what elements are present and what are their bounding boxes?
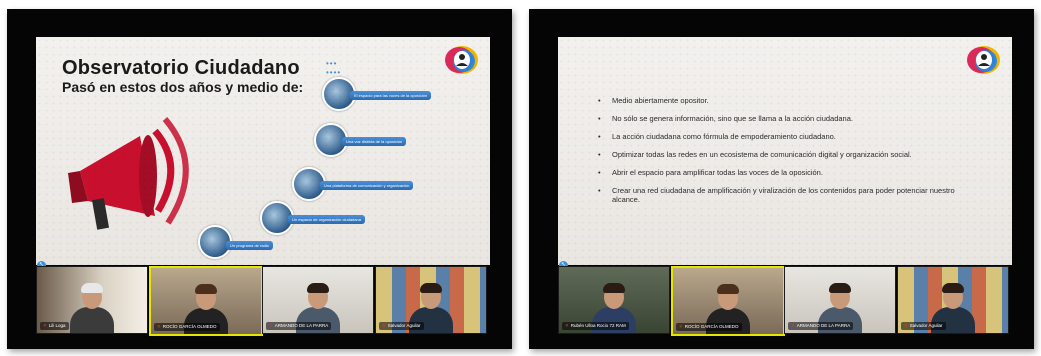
participant-name-tag: ✕ ROCÍO GARCÍA OLMEDO: [154, 323, 220, 331]
participant-name: ROCÍO GARCÍA OLMEDO: [684, 324, 739, 329]
step-label: Una voz distinta de la oposición: [342, 137, 407, 146]
mic-muted-icon: ✕: [157, 324, 161, 329]
step-label: El espacio para las voces de la oposició…: [350, 91, 432, 100]
participant-tile[interactable]: ✕ Salvador Aguilar: [375, 266, 487, 334]
participant-name: ROCÍO GARCÍA OLMEDO: [162, 324, 217, 329]
step-label: Un programa de radio: [226, 241, 273, 250]
participant-name: Rubén Ulloa Rocio 72 RAM: [570, 323, 626, 328]
participant-tile-active[interactable]: ✕ ROCÍO GARCÍA OLMEDO: [149, 266, 263, 336]
mic-muted-icon: ✕: [904, 323, 908, 328]
step-label: Una plataforma de comunicación y organiz…: [320, 181, 414, 190]
participant-name: Salvador Aguilar: [387, 323, 421, 328]
participant-name: ARMANDO DE LA PARRA: [796, 323, 851, 328]
bullet-item: Crear una red ciudadana de amplificación…: [598, 186, 968, 204]
participant-name-tag: ✕ ROCÍO GARCÍA OLMEDO: [676, 323, 742, 331]
slide-right: Medio abiertamente opositor. No sólo se …: [558, 37, 1012, 265]
bullet-item: No sólo se genera información, sino que …: [598, 114, 968, 124]
participant-name-tag: ✕ Salvador Aguilar: [379, 322, 424, 330]
participant-name-tag: ✕ Lili Loga: [40, 322, 69, 330]
mic-muted-icon: ✕: [565, 323, 569, 328]
participant-name-tag: ✕ Salvador Aguilar: [901, 322, 946, 330]
participant-name-tag: ✕ ARMANDO DE LA PARRA: [266, 322, 332, 330]
bullet-item: La acción ciudadana como fórmula de empo…: [598, 132, 968, 142]
participant-name: Lili Loga: [48, 323, 66, 328]
mic-muted-icon: ✕: [791, 323, 795, 328]
participant-tile[interactable]: ✕ ARMANDO DE LA PARRA: [262, 266, 374, 334]
participant-name-tag: ✕ ARMANDO DE LA PARRA: [788, 322, 854, 330]
mic-muted-icon: ✕: [269, 323, 273, 328]
participant-tile-active[interactable]: ✕ ROCÍO GARCÍA OLMEDO: [671, 266, 785, 336]
bullet-item: Abrir el espacio para amplificar todas l…: [598, 168, 968, 178]
megaphone-icon: [68, 117, 189, 230]
participant-video: [68, 283, 116, 333]
slide-subtitle: Pasó en estos dos años y medio de:: [62, 79, 304, 95]
participant-name: ARMANDO DE LA PARRA: [274, 323, 329, 328]
participants-strip-right: ✕ Rubén Ulloa Rocio 72 RAM ✕ ROCÍO GARCÍA …: [558, 266, 1009, 336]
mic-muted-icon: ✕: [679, 324, 683, 329]
slide-left: Observatorio Ciudadano Pasó en estos dos…: [36, 37, 490, 265]
slide-title: Observatorio Ciudadano: [62, 57, 300, 79]
participant-tile[interactable]: ✕ Salvador Aguilar: [897, 266, 1009, 334]
bullet-item: Optimizar todas las redes en un ecosiste…: [598, 150, 968, 160]
bullet-list: Medio abiertamente opositor. No sólo se …: [598, 96, 968, 214]
participants-strip-left: ✕ Lili Loga ✕ ROCÍO GARCÍA OLMEDO ✕ ARMANDO…: [36, 266, 487, 336]
step-label: Un espacio de organización ciudadana: [288, 215, 365, 224]
screen-left: Observatorio Ciudadano Pasó en estos dos…: [7, 9, 512, 349]
participant-tile[interactable]: ✕ Lili Loga: [36, 266, 148, 334]
logo-icon: [445, 46, 478, 74]
bullet-item: Medio abiertamente opositor.: [598, 96, 968, 106]
mic-muted-icon: ✕: [382, 323, 386, 328]
participant-name: Salvador Aguilar: [909, 323, 943, 328]
screen-right: Medio abiertamente opositor. No sólo se …: [529, 9, 1034, 349]
decor-dots: ••• ••••: [326, 59, 342, 77]
participant-tile[interactable]: ✕ ARMANDO DE LA PARRA: [784, 266, 896, 334]
mic-muted-icon: ✕: [43, 323, 47, 328]
logo-icon: [967, 46, 1000, 74]
participant-name-tag: ✕ Rubén Ulloa Rocio 72 RAM: [562, 322, 629, 330]
participant-tile[interactable]: ✕ Rubén Ulloa Rocio 72 RAM: [558, 266, 670, 334]
